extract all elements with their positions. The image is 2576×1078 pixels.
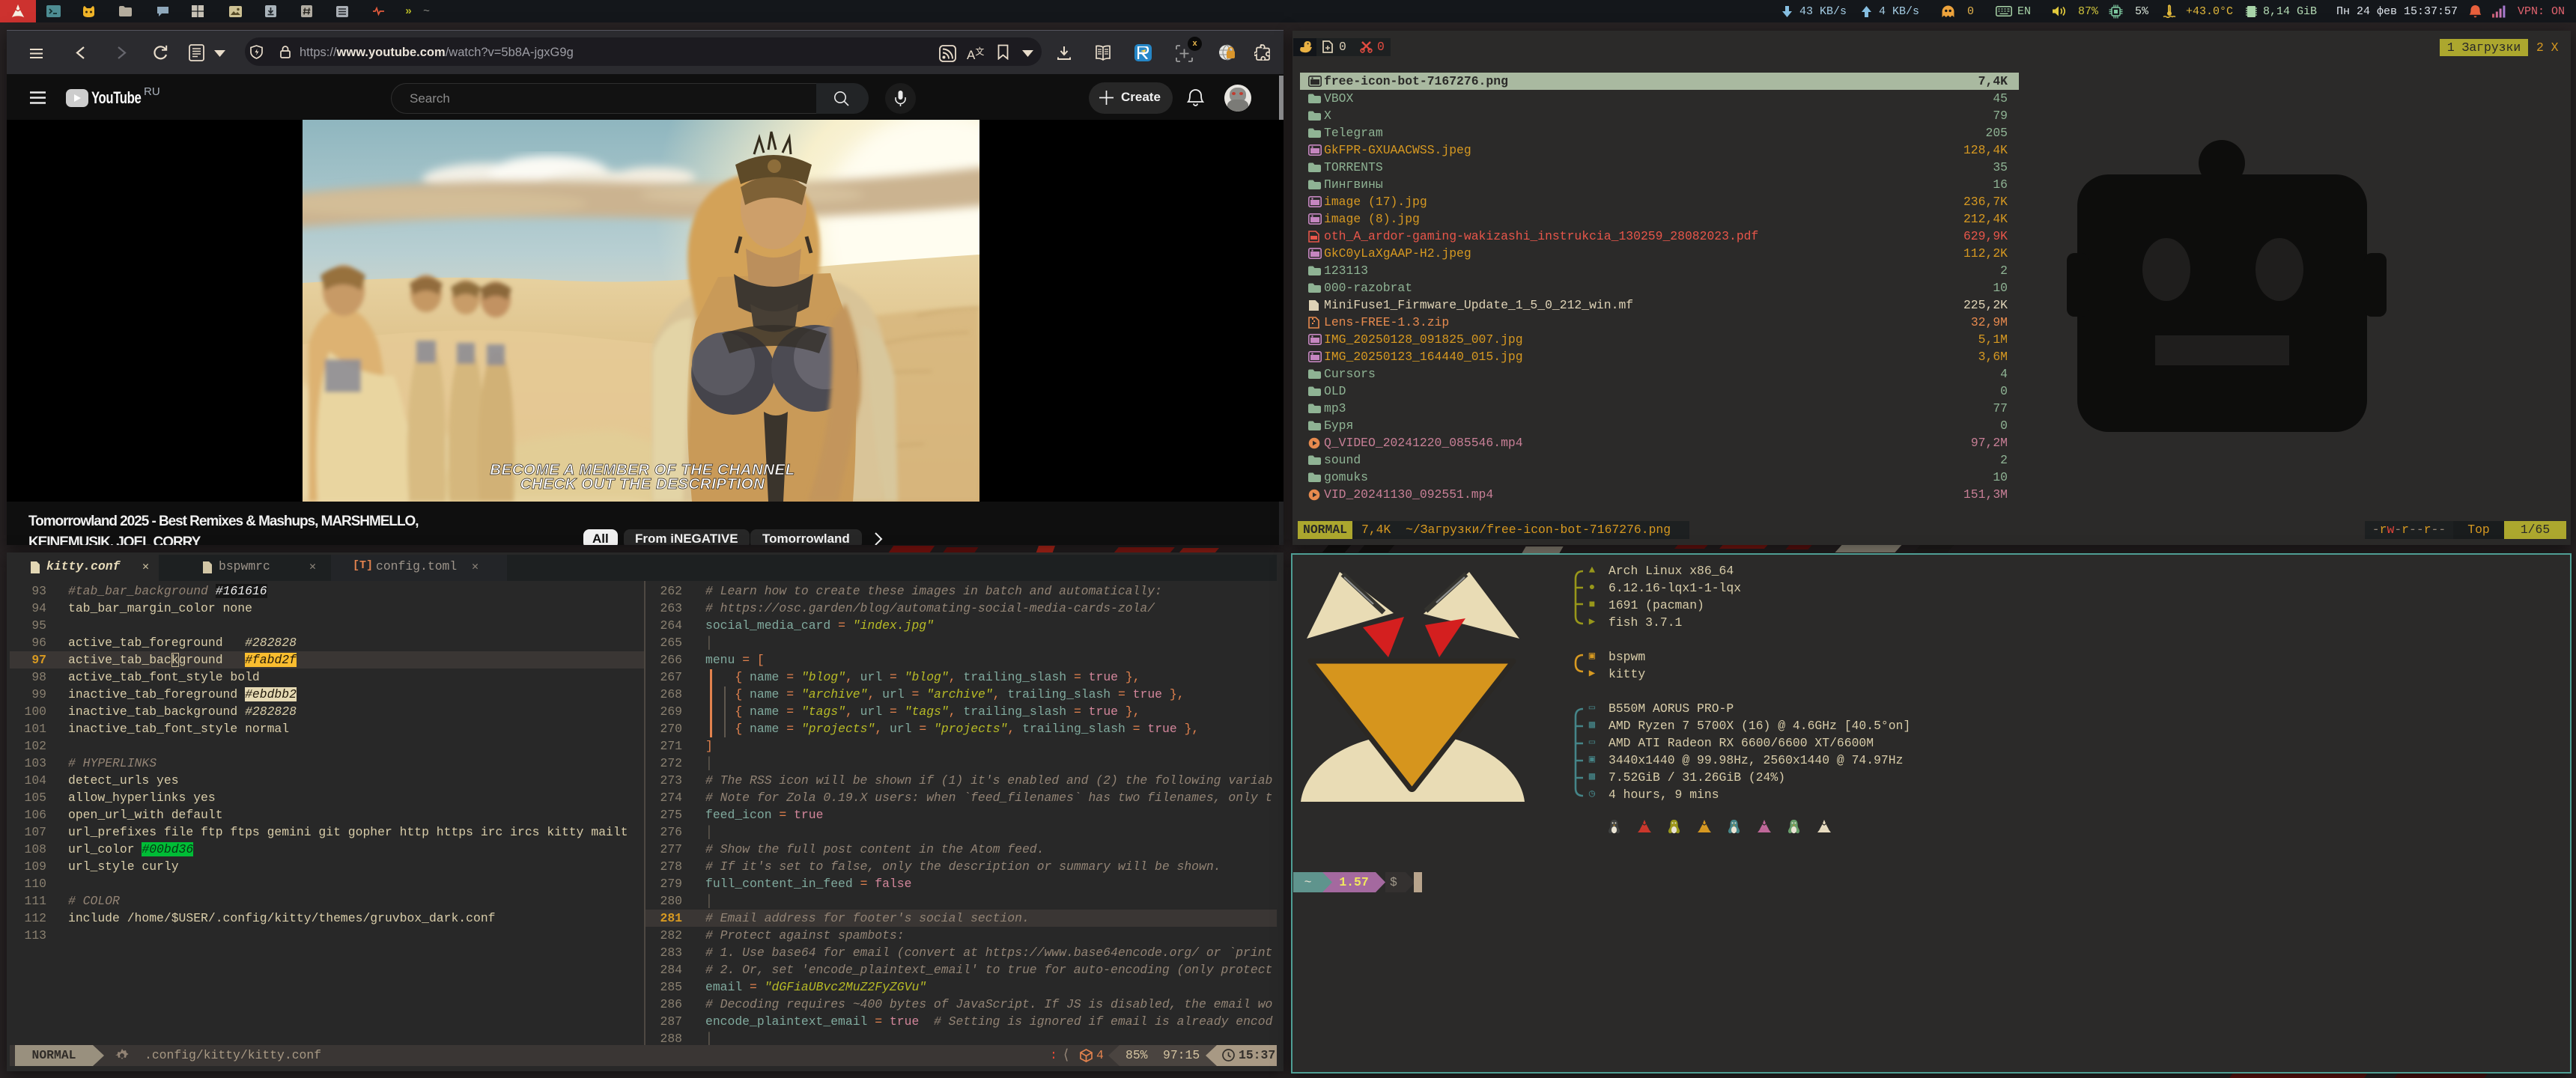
svg-text:CHECK OUT THE DESCRIPTION: CHECK OUT THE DESCRIPTION <box>520 475 766 493</box>
